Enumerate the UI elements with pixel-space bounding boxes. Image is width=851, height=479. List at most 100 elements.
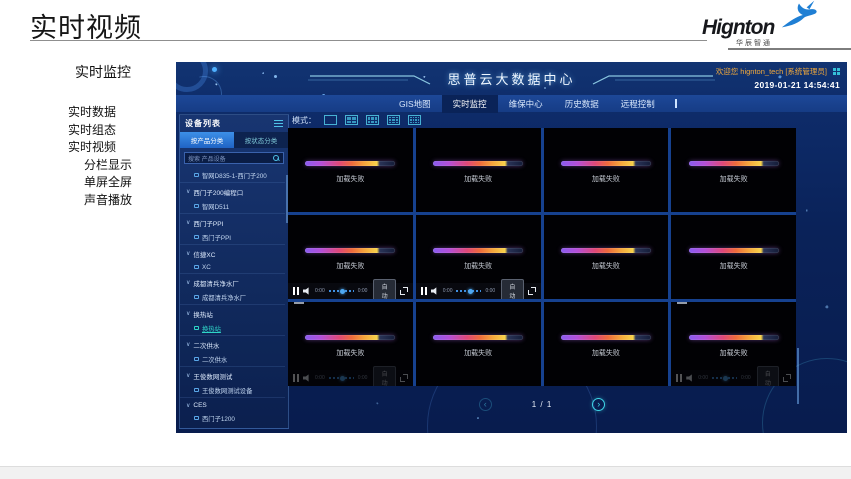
tree-group[interactable]: ∨二次供水: [180, 335, 285, 352]
page-indicator: 1 / 1: [532, 400, 553, 409]
tree-group[interactable]: ∨西门子PPI: [180, 213, 285, 230]
video-cell[interactable]: 加载失败0:000:00自动: [288, 302, 413, 386]
doc-nav-item[interactable]: 声音播放: [84, 194, 132, 206]
volume-icon[interactable]: [303, 374, 311, 382]
video-cell[interactable]: 加载失败: [288, 128, 413, 212]
pause-button[interactable]: [293, 287, 299, 295]
tree-device-item[interactable]: 换热站: [180, 321, 285, 335]
search-input[interactable]: 搜索 产品设备: [184, 152, 284, 164]
tree-group[interactable]: ∨成都清兵净水厂: [180, 273, 285, 290]
pause-button[interactable]: [676, 374, 682, 382]
fullscreen-button[interactable]: [400, 287, 408, 295]
video-cell[interactable]: 加载失败: [544, 215, 669, 299]
tree-device-label: 换热站: [202, 324, 221, 333]
tree-group[interactable]: ∨信捷XC: [180, 244, 285, 261]
slider-knob[interactable]: [340, 376, 345, 381]
tree-device-item[interactable]: 智网D835-1-西门子200: [180, 168, 285, 182]
volume-icon[interactable]: [431, 287, 439, 295]
player-controls: 0:000:00自动: [416, 283, 541, 299]
tab-GIS地图[interactable]: GIS地图: [388, 95, 442, 113]
tree-group[interactable]: ∨换热站: [180, 304, 285, 321]
layout-cell: [352, 121, 356, 124]
loading-gradient-bar: [561, 335, 651, 340]
player-controls: 0:000:00自动: [671, 370, 796, 386]
video-cell[interactable]: 加载失败0:000:00自动: [416, 215, 541, 299]
video-cell[interactable]: 加载失败0:000:00自动: [671, 302, 796, 386]
layout-4-button[interactable]: [345, 115, 358, 125]
tree-device-item[interactable]: 王俊数网测试设备: [180, 383, 285, 397]
doc-nav-item[interactable]: 单屏全屏: [84, 176, 132, 188]
device-category-tab[interactable]: 按产品分类: [180, 132, 234, 148]
volume-slider[interactable]: [329, 290, 354, 292]
apps-grid-icon[interactable]: [833, 68, 836, 71]
panel-menu-icon[interactable]: [274, 120, 283, 127]
load-error-text: 加载失败: [464, 348, 492, 358]
player-controls: 0:000:00自动: [288, 370, 413, 386]
grid-scrollbar[interactable]: [797, 348, 799, 404]
layout-cell: [413, 122, 415, 123]
doc-nav-item[interactable]: 实时组态: [68, 124, 132, 136]
next-page-button[interactable]: ›: [592, 398, 605, 411]
auto-button[interactable]: 自动: [373, 279, 395, 299]
tree-device-item[interactable]: 西门子1200: [180, 411, 285, 425]
tree-group[interactable]: ∨王俊数网测试: [180, 366, 285, 383]
slider-knob[interactable]: [468, 289, 473, 294]
doc-nav-item[interactable]: 分栏显示: [84, 159, 132, 171]
tree-device-item[interactable]: 631: [180, 425, 285, 426]
slider-knob[interactable]: [723, 376, 728, 381]
layout-1-button[interactable]: [324, 115, 337, 125]
tree-device-item[interactable]: 智网D511: [180, 199, 285, 213]
video-cell[interactable]: 加载失败: [671, 128, 796, 212]
tree-group[interactable]: ∨西门子200编程口: [180, 182, 285, 199]
layout-12-button[interactable]: [408, 115, 421, 125]
fullscreen-button[interactable]: [528, 287, 536, 295]
layout-cell: [392, 122, 394, 123]
volume-icon[interactable]: [686, 374, 694, 382]
deer-icon: [778, 0, 820, 35]
search-icon[interactable]: [273, 155, 280, 162]
device-category-tab[interactable]: 按状态分类: [234, 132, 288, 148]
tab-远程控制[interactable]: 远程控制: [610, 95, 666, 113]
video-cell[interactable]: 加载失败: [416, 128, 541, 212]
video-cell[interactable]: 加载失败0:000:00自动: [288, 215, 413, 299]
tree-device-item[interactable]: 西门子PPI: [180, 230, 285, 244]
pause-button[interactable]: [293, 374, 299, 382]
device-icon: [194, 357, 199, 361]
prev-page-button[interactable]: ‹: [479, 398, 492, 411]
layout-6-button[interactable]: [366, 115, 379, 125]
volume-icon[interactable]: [303, 287, 311, 295]
auto-button[interactable]: 自动: [501, 279, 523, 299]
app-header: 思普云大数据中心 欢迎您 hignton_tech [系统管理员] 2019-0…: [176, 62, 847, 95]
volume-slider[interactable]: [456, 290, 481, 292]
fullscreen-button[interactable]: [400, 374, 408, 382]
load-error-text: 加载失败: [336, 261, 364, 271]
layout-9-button[interactable]: [387, 115, 400, 125]
video-cell[interactable]: 加载失败: [671, 215, 796, 299]
layout-cell: [413, 119, 415, 120]
layout-cell: [375, 121, 377, 124]
slider-knob[interactable]: [340, 289, 345, 294]
auto-button[interactable]: 自动: [757, 366, 779, 386]
tree-device-label: 二次供水: [202, 355, 227, 364]
fullscreen-button[interactable]: [783, 374, 791, 382]
loading-gradient-bar: [433, 161, 523, 166]
doc-section-title[interactable]: 实时监控: [75, 62, 132, 82]
layout-cell: [368, 117, 370, 120]
tree-device-item[interactable]: 成都清兵净水厂: [180, 290, 285, 304]
tree-group[interactable]: ∨CES: [180, 397, 285, 411]
tab-实时监控[interactable]: 实时监控: [442, 95, 498, 113]
video-cell[interactable]: 加载失败: [544, 128, 669, 212]
auto-button[interactable]: 自动: [373, 366, 395, 386]
volume-slider[interactable]: [329, 377, 354, 379]
volume-slider[interactable]: [712, 377, 737, 379]
tab-维保中心[interactable]: 维保中心: [498, 95, 554, 113]
pause-button[interactable]: [421, 287, 427, 295]
tree-device-label: 王俊数网测试设备: [202, 386, 252, 395]
video-cell[interactable]: 加载失败: [416, 302, 541, 386]
tree-device-item[interactable]: XC: [180, 261, 285, 273]
tree-device-item[interactable]: 二次供水: [180, 352, 285, 366]
tab-历史数据[interactable]: 历史数据: [554, 95, 610, 113]
video-cell[interactable]: 加载失败: [544, 302, 669, 386]
doc-nav-item[interactable]: 实时视频: [68, 141, 132, 153]
doc-nav-item[interactable]: 实时数据: [68, 106, 132, 118]
